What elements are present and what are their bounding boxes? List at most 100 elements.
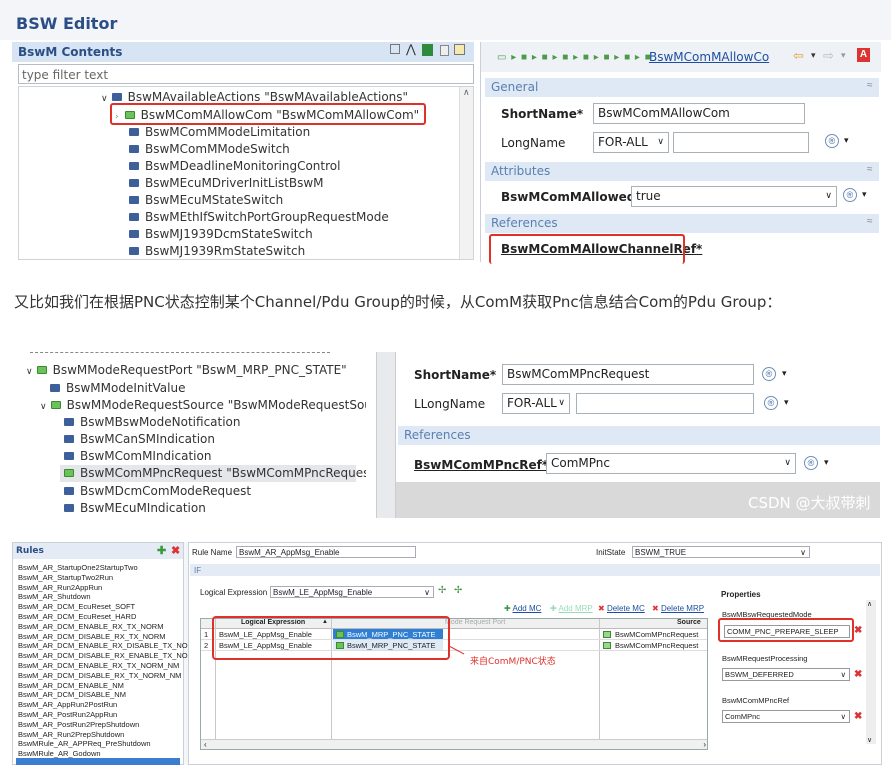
chevron-left-icon[interactable]: ‹ [204, 740, 207, 749]
tree-item[interactable]: BswMComMModeSwitch [129, 141, 290, 158]
rule-item[interactable]: BswM_AR_DCM_ENABLE_RX_DISABLE_TX_NORM [18, 641, 199, 651]
init-state-select[interactable]: BSWM_TRUE ∨ [632, 546, 810, 558]
tree-item[interactable]: BswMEcuMIndication [64, 500, 206, 517]
rule-item[interactable]: BswM_AR_Run2AppRun [18, 583, 102, 593]
rule-item[interactable]: BswM_AR_DCM_DISABLE_RX_ENABLE_TX_NORM [18, 651, 199, 661]
tree-item[interactable]: BswMJ1939DcmStateSwitch [129, 226, 313, 243]
table-hscroll[interactable]: ‹ › [201, 739, 707, 749]
add-rule-icon[interactable]: ✚ [157, 544, 166, 557]
tree-item[interactable]: BswMJ1939RmStateSwitch [129, 243, 305, 259]
add-mrp-link[interactable]: ✚ Add MRP [550, 604, 593, 613]
chevron-down-icon[interactable]: ∨ [657, 133, 664, 152]
tree-item-mode-request-source[interactable]: ∨ BswMModeRequestSource "BswMModeRequestS… [40, 397, 366, 414]
delete-mrp-link[interactable]: ✖ Delete MRP [652, 604, 704, 613]
mid-longname-field[interactable] [576, 393, 754, 414]
collapse-icon[interactable]: ≈ [867, 216, 873, 227]
tree-item[interactable]: BswMComMModeLimitation [129, 124, 310, 141]
dropdown-icon[interactable]: ▾ [844, 135, 849, 146]
rule-item[interactable]: BswMRule_AR_APPReq_PreShutdown [18, 739, 151, 749]
chevron-down-icon[interactable]: ∨ [40, 402, 47, 412]
tree-icon[interactable]: ⋀ [406, 42, 416, 56]
add-icon[interactable]: ® [843, 188, 857, 202]
add-logic-icon[interactable]: ✢ [438, 585, 446, 596]
props-scrollbar[interactable]: ∧ ∨ [866, 600, 876, 744]
rule-item[interactable]: BswM_AR_DCM_DISABLE_RX_TX_NORM_NM [18, 671, 181, 681]
contents-toolbar[interactable]: ⋀ [388, 42, 468, 58]
chevron-down-icon[interactable]: ∨ [26, 367, 33, 377]
longname-field[interactable] [673, 132, 809, 153]
allowed-select[interactable]: true ∨ [631, 186, 837, 207]
tree-item[interactable]: BswMDcmComModeRequest [64, 483, 251, 500]
shortname-field[interactable]: BswMComMAllowCom [593, 103, 805, 124]
rule-item[interactable]: BswM_AR_Run2PrepShutdown [18, 730, 124, 740]
chevron-down-icon[interactable]: ∨ [841, 711, 847, 723]
rule-item[interactable]: BswM_AR_DCM_DISABLE_RX_TX_NORM [18, 632, 166, 642]
rule-selected-row[interactable] [16, 758, 180, 765]
a-icon[interactable]: A [857, 48, 870, 62]
rule-item[interactable]: BswM_AR_PostRun2AppRun [18, 710, 117, 720]
chevron-down-icon[interactable]: ∨ [784, 454, 791, 473]
chevron-up-icon[interactable]: ∧ [867, 600, 872, 608]
chevron-down-icon[interactable]: ∨ [101, 94, 108, 104]
rule-item[interactable]: BswM_AR_DCM_DISABLE_NM [18, 690, 126, 700]
chevron-up-icon[interactable]: ∧ [463, 87, 470, 98]
rule-item[interactable]: BswM_AR_DCM_EcuReset_HARD [18, 612, 136, 622]
rule-item[interactable]: BswM_AR_StartupTwo2Run [18, 573, 113, 583]
chevron-down-icon[interactable]: ∨ [424, 587, 430, 598]
dropdown-icon[interactable]: ▾ [782, 368, 787, 379]
tree-item[interactable]: BswMComMIndication [64, 448, 211, 465]
tree-item[interactable]: BswMCanSMIndication [64, 431, 215, 448]
processing-select[interactable]: BSWM_DEFERRED ∨ [722, 668, 850, 681]
chevron-down-icon[interactable]: ∨ [867, 736, 872, 744]
delete-mc-link[interactable]: ✖ Delete MC [598, 604, 645, 613]
tree-item[interactable]: BswMDeadlineMonitoringControl [129, 158, 340, 175]
rule-item[interactable]: BswM_AR_DCM_ENABLE_NM [18, 681, 124, 691]
delete-icon[interactable]: ✖ [854, 711, 862, 722]
section-references[interactable]: References [485, 214, 879, 233]
collapse-icon[interactable]: ≈ [867, 164, 873, 175]
rule-item[interactable]: BswM_AR_PostRun2PrepShutdown [18, 720, 139, 730]
pncref-select[interactable]: ComMPnc ∨ [722, 710, 850, 723]
delete-rule-icon[interactable]: ✖ [171, 544, 180, 557]
forward-icon[interactable]: ⇨ [823, 48, 834, 64]
mid-shortname-field[interactable]: BswMComMPncRequest [502, 364, 754, 385]
rule-name-field[interactable]: BswM_AR_AppMsg_Enable [236, 546, 416, 558]
chevron-down-icon[interactable]: ∨ [558, 394, 565, 413]
dropdown-icon[interactable]: ▾ [811, 50, 816, 61]
add-icon[interactable]: ® [764, 396, 778, 410]
logic-select[interactable]: BswM_LE_AppMsg_Enable ∨ [270, 586, 434, 598]
breadcrumb-folders[interactable]: ▭ ▸ ■ ▸ ■ ▸ ■ ▸ ■ ▸ ■ ▸ ■ ▸ ■ [497, 52, 652, 63]
mid-longname-lang[interactable]: FOR-ALL ∨ [502, 393, 570, 414]
collapse-icon[interactable]: ≈ [867, 80, 873, 91]
rule-item[interactable]: BswM_AR_DCM_EcuReset_SOFT [18, 602, 135, 612]
chevron-down-icon[interactable]: ∨ [800, 547, 806, 558]
chevron-down-icon[interactable]: ∨ [841, 669, 847, 681]
section-attributes[interactable]: Attributes [485, 162, 879, 181]
longname-lang-select[interactable]: FOR-ALL ∨ [593, 132, 669, 153]
rule-item[interactable]: BswM_AR_DCM_ENABLE_RX_TX_NORM_NM [18, 661, 179, 671]
col-source[interactable]: Source [677, 619, 701, 626]
chevron-right-icon[interactable]: › [703, 740, 706, 749]
rule-item[interactable]: BswM_AR_StartupOne2StartupTwo [18, 563, 138, 573]
nav-logic-icon[interactable]: ✢ [454, 585, 462, 596]
green-grid-icon[interactable] [422, 44, 433, 56]
tree-item[interactable]: BswMEcuMStateSwitch [129, 192, 283, 209]
tree-item-selected[interactable]: BswMComMPncRequest "BswMComMPncRequest" [60, 465, 366, 482]
rule-item[interactable]: BswM_AR_Shutdown [18, 592, 91, 602]
add-icon[interactable]: ® [825, 134, 839, 148]
section-general[interactable]: General [485, 78, 879, 97]
grid-icon[interactable] [454, 44, 465, 55]
tree-scrollbar[interactable]: ∧ [459, 87, 473, 259]
dropdown-icon[interactable]: ▾ [784, 397, 789, 408]
add-icon[interactable]: ® [762, 367, 776, 381]
col-mrp[interactable]: Mode Request Port [445, 619, 505, 626]
rule-item[interactable]: BswM_AR_DCM_ENABLE_RX_TX_NORM [18, 622, 163, 632]
tree-item[interactable]: BswMEthIfSwitchPortGroupRequestMode [129, 209, 389, 226]
back-icon[interactable]: ⇦ [793, 48, 804, 64]
chevron-down-icon[interactable]: ∨ [825, 187, 832, 206]
tree-item[interactable]: BswMEcuMDriverInitListBswM [129, 175, 324, 192]
tree-item[interactable]: BswMBswModeNotification [64, 414, 241, 431]
mid-pnc-ref-select[interactable]: ComMPnc ∨ [546, 453, 796, 474]
filter-input[interactable]: type filter text [18, 64, 474, 84]
mid-references-header[interactable]: References [398, 426, 880, 445]
